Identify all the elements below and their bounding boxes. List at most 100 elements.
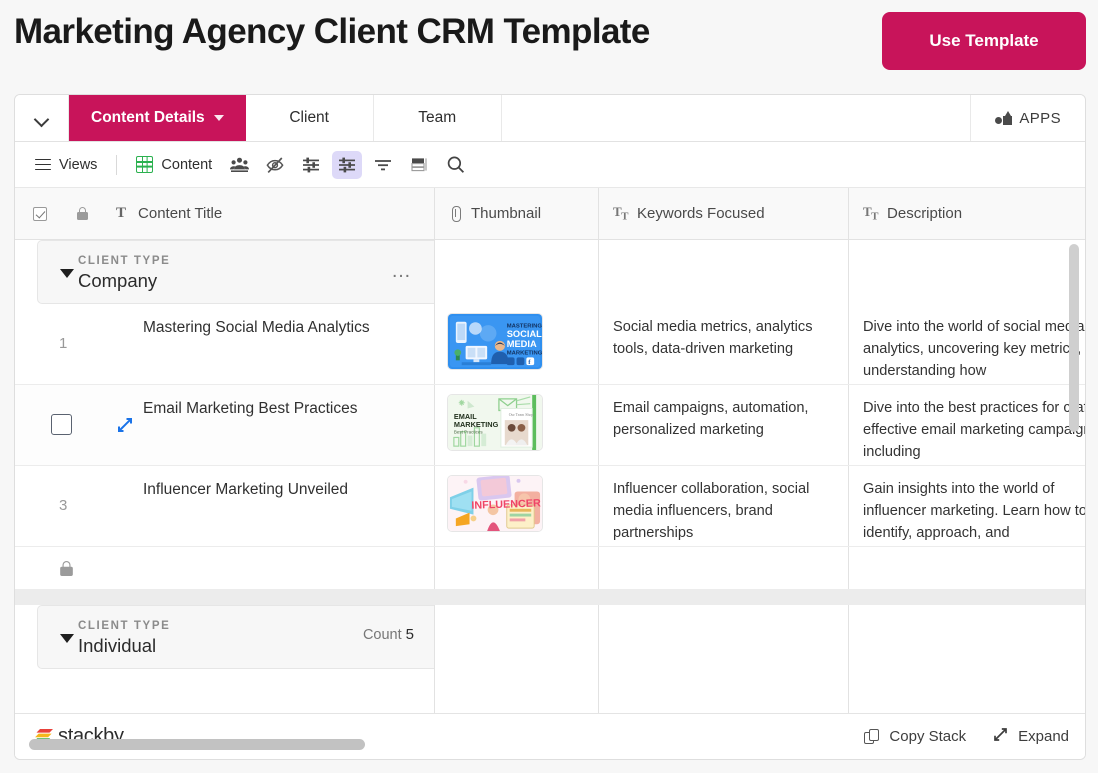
row-title: Influencer Marketing Unveiled <box>143 481 349 498</box>
search-icon[interactable] <box>440 151 470 179</box>
cell-value: Dive into the world of social media anal… <box>863 319 1085 380</box>
embedded-app-window: Content Details Client Team APPS Views C… <box>14 94 1086 760</box>
row-index: 3 <box>59 497 68 514</box>
expand-button[interactable]: Expand <box>992 726 1069 747</box>
group-header-company[interactable]: CLIENT TYPE Company … <box>37 240 434 304</box>
cell-value: Email campaigns, automation, personalize… <box>613 400 813 439</box>
hide-fields-icon[interactable] <box>260 151 290 179</box>
group-header-individual[interactable]: CLIENT TYPE Individual Count 5 <box>37 605 434 669</box>
table-row[interactable]: 3 Influencer Marketing Unveiled INFLUENC… <box>15 466 1085 547</box>
copy-stack-button[interactable]: Copy Stack <box>864 728 966 745</box>
group-header-cells <box>435 605 1085 669</box>
svg-text:Best Practices: Best Practices <box>454 430 484 435</box>
grid-column-header: T Content Title Thumbnail TT Keywords Fo… <box>15 188 1085 240</box>
group-value: Individual <box>78 634 157 656</box>
column-header-content-title[interactable]: T Content Title <box>15 188 435 239</box>
current-view-label: Content <box>161 156 213 173</box>
cell-thumbnail[interactable]: MASTERING SOCIAL MEDIA MARKETING f <box>435 304 599 384</box>
tab-team[interactable]: Team <box>373 95 502 141</box>
collaborators-icon[interactable] <box>224 151 254 179</box>
view-toolbar: Views Content <box>15 142 1085 188</box>
cell-value: Influencer collaboration, social media i… <box>613 481 814 542</box>
column-header-description[interactable]: TT Description <box>849 188 1085 239</box>
cell-keywords[interactable]: Social media metrics, analytics tools, d… <box>599 304 849 384</box>
locked-row-cell <box>599 547 849 589</box>
tab-client[interactable]: Client <box>245 95 374 141</box>
svg-text:INFLUENCER: INFLUENCER <box>471 497 541 511</box>
sort-icon[interactable] <box>296 151 326 179</box>
group-header-cell <box>435 240 599 304</box>
tab-content-details[interactable]: Content Details <box>69 95 246 141</box>
row-select-checkbox[interactable] <box>51 414 72 435</box>
column-label: Thumbnail <box>471 205 542 222</box>
cell-value: Dive into the best practices for craftin… <box>863 400 1085 461</box>
collapse-sidebar-button[interactable] <box>15 95 69 141</box>
cell-keywords[interactable]: Influencer collaboration, social media i… <box>599 466 849 546</box>
group-collapse-caret-icon[interactable] <box>60 269 74 278</box>
grid-icon <box>136 156 154 173</box>
cell-keywords[interactable]: Email campaigns, automation, personalize… <box>599 385 849 465</box>
cell-content-title[interactable]: 1 Mastering Social Media Analytics <box>15 304 435 384</box>
expand-record-icon[interactable] <box>115 415 135 435</box>
svg-text:MARKETING: MARKETING <box>507 351 542 357</box>
caret-down-icon[interactable] <box>213 115 224 121</box>
cell-value: Social media metrics, analytics tools, d… <box>613 319 817 358</box>
cell-thumbnail[interactable]: INFLUENCER <box>435 466 599 546</box>
grid-body: CLIENT TYPE Company … 1 Mastering Social… <box>15 240 1085 756</box>
group-header-left: CLIENT TYPE Company … <box>15 240 435 304</box>
cell-description[interactable]: Dive into the world of social media anal… <box>849 304 1085 384</box>
views-button[interactable]: Views <box>29 153 103 177</box>
current-view-button[interactable]: Content <box>130 152 218 177</box>
attachment-icon <box>449 206 462 222</box>
more-options-icon[interactable]: … <box>391 261 412 281</box>
group-field-name: CLIENT TYPE <box>78 254 171 267</box>
column-header-keywords[interactable]: TT Keywords Focused <box>599 188 849 239</box>
horizontal-scrollbar[interactable] <box>29 739 365 750</box>
page-title: Marketing Agency Client CRM Template <box>14 12 650 51</box>
group-header-cell <box>435 605 599 669</box>
group-header-left: CLIENT TYPE Individual Count 5 <box>15 605 435 669</box>
lock-icon <box>77 207 88 220</box>
copy-stack-label: Copy Stack <box>889 728 967 745</box>
group-field-name: CLIENT TYPE <box>78 619 171 632</box>
group-header-cell <box>849 240 1085 304</box>
group-header-row: CLIENT TYPE Individual Count 5 <box>15 605 1085 669</box>
vertical-scrollbar[interactable] <box>1069 244 1079 432</box>
row-height-icon[interactable] <box>404 151 434 179</box>
use-template-button[interactable]: Use Template <box>882 12 1086 70</box>
group-collapse-caret-icon[interactable] <box>60 634 74 643</box>
cell-description[interactable]: Dive into the best practices for craftin… <box>849 385 1085 465</box>
group-count[interactable]: Count 5 <box>363 626 414 643</box>
cell-description[interactable]: Gain insights into the world of influenc… <box>849 466 1085 546</box>
cell-thumbnail[interactable]: EMAIL MARKETING Best Practices Our Team … <box>435 385 599 465</box>
table-row[interactable]: 1 Mastering Social Media Analytics MASTE… <box>15 304 1085 385</box>
column-label: Content Title <box>138 205 223 222</box>
group-company: CLIENT TYPE Company … 1 Mastering Social… <box>15 240 1085 590</box>
column-header-thumbnail[interactable]: Thumbnail <box>435 188 599 239</box>
bottom-actions: Copy Stack Expand <box>864 726 1069 747</box>
page-header: Marketing Agency Client CRM Template Use… <box>0 0 1098 82</box>
group-icon[interactable] <box>332 150 363 179</box>
app-page: Marketing Agency Client CRM Template Use… <box>0 0 1098 773</box>
views-label: Views <box>59 156 98 173</box>
tab-label: Client <box>289 109 329 126</box>
long-text-type-icon: TT <box>863 204 879 223</box>
toolbar-divider <box>116 154 118 175</box>
tab-label: Team <box>418 109 457 126</box>
tab-bar: Content Details Client Team APPS <box>15 95 1085 142</box>
apps-button[interactable]: APPS <box>971 95 1085 141</box>
filter-icon[interactable] <box>368 151 398 179</box>
cell-content-title[interactable]: Email Marketing Best Practices <box>15 385 435 465</box>
group-count-label: Count <box>362 627 402 643</box>
table-row[interactable]: Email Marketing Best Practices EMAIL MAR… <box>15 385 1085 466</box>
influencer-marketing-thumbnail: INFLUENCER <box>447 475 543 532</box>
select-all-checkbox[interactable] <box>33 206 47 221</box>
group-value: Company <box>78 269 158 291</box>
long-text-type-icon: TT <box>613 204 629 223</box>
svg-text:MARKETING: MARKETING <box>454 420 499 429</box>
group-separator <box>15 590 1085 605</box>
column-label: Description <box>887 205 963 222</box>
group-header-cell <box>599 240 849 304</box>
apps-label: APPS <box>1019 109 1061 127</box>
cell-content-title[interactable]: 3 Influencer Marketing Unveiled <box>15 466 435 546</box>
